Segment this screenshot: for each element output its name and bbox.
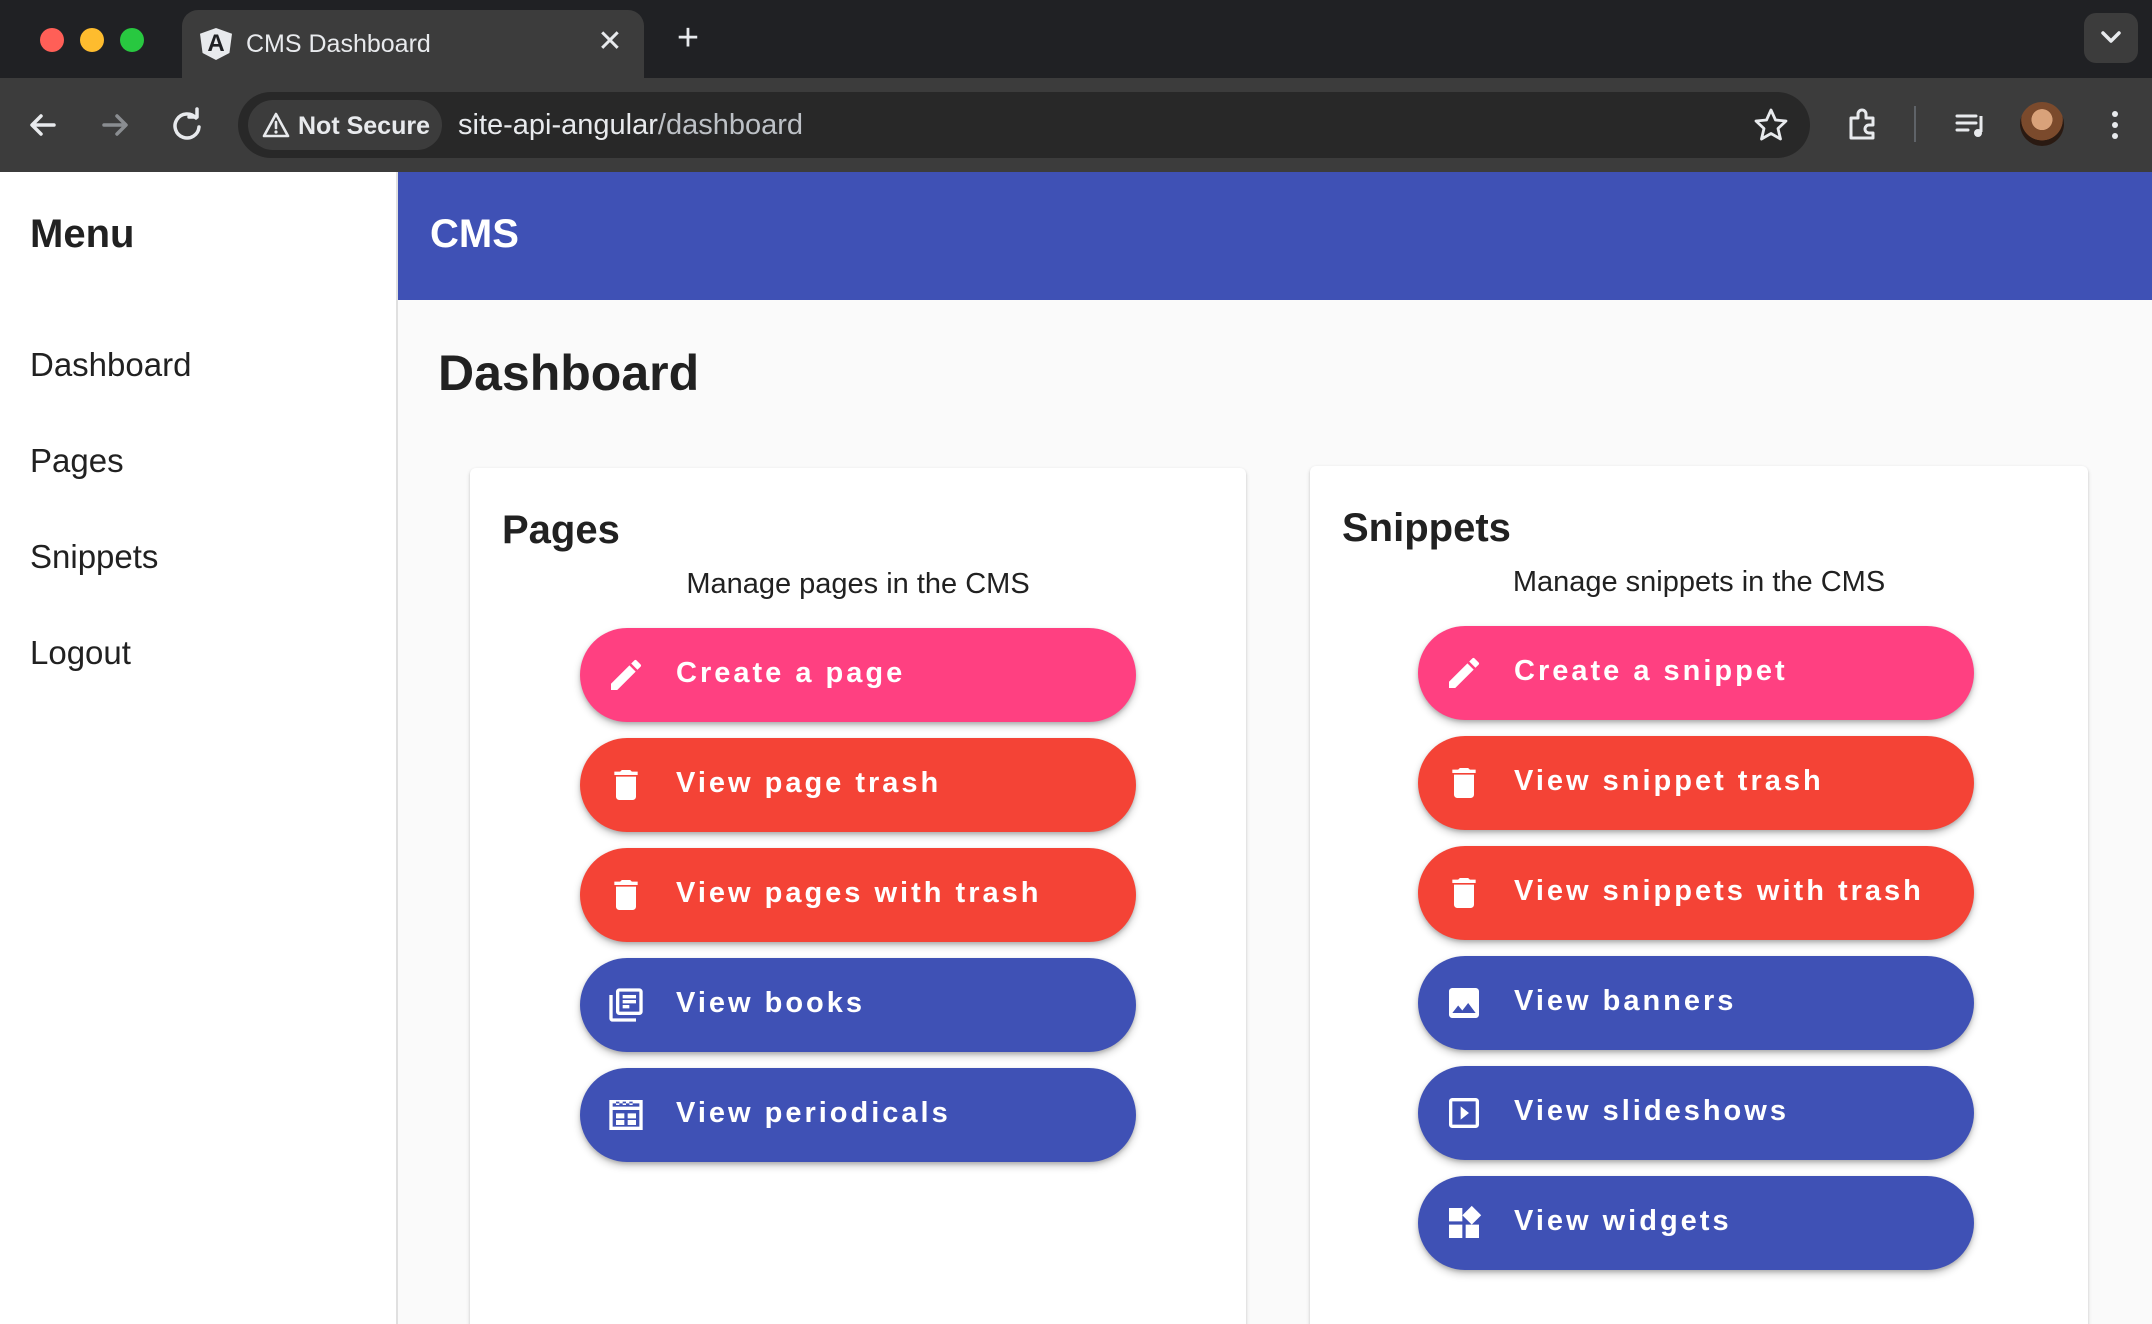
browser-tab[interactable]: CMS Dashboard ✕ <box>182 10 644 78</box>
pencil-icon <box>1449 657 1480 688</box>
angular-favicon-icon <box>200 28 232 60</box>
snippets-card-title: Snippets <box>1342 506 1511 550</box>
pencil-icon <box>611 659 642 690</box>
sidebar-item-logout[interactable]: Logout <box>30 634 131 672</box>
media-queue-icon[interactable] <box>1948 102 1994 148</box>
pages-card: Pages Manage pages in the CMS Create a p… <box>470 468 1246 1324</box>
view-slideshows-label: View slideshows <box>1514 1095 1789 1127</box>
view-periodicals-button[interactable]: View periodicals <box>580 1068 1136 1162</box>
trash-icon <box>614 880 638 910</box>
sidebar-item-dashboard[interactable]: Dashboard <box>30 346 191 384</box>
warning-icon <box>262 112 290 138</box>
sidebar: Menu Dashboard Pages Snippets Logout <box>0 172 398 1324</box>
view-banners-button[interactable]: View banners <box>1418 956 1974 1050</box>
snippets-card-subtitle: Manage snippets in the CMS <box>1512 566 1886 598</box>
library-books-icon <box>609 988 643 1022</box>
widgets-icon <box>1449 1205 1482 1238</box>
create-snippet-button[interactable]: Create a snippet <box>1418 626 1974 720</box>
bookmark-star-icon[interactable] <box>1752 106 1790 144</box>
reload-icon[interactable] <box>164 102 210 148</box>
tab-title: CMS Dashboard <box>246 30 431 58</box>
profile-avatar[interactable] <box>2020 102 2064 146</box>
app-viewport: Menu Dashboard Pages Snippets Logout CMS… <box>0 172 2152 1324</box>
browser-tab-bar: CMS Dashboard ✕ + <box>0 0 2152 78</box>
pages-card-title: Pages <box>502 508 620 552</box>
sidebar-title: Menu <box>30 212 135 256</box>
url-text[interactable]: site-api-angular/dashboard <box>458 109 803 142</box>
create-snippet-label: Create a snippet <box>1514 655 1788 687</box>
trash-icon <box>1452 878 1476 908</box>
view-slideshows-button[interactable]: View slideshows <box>1418 1066 1974 1160</box>
chevron-down-icon <box>2101 31 2121 43</box>
view-snippets-with-trash-label: View snippets with trash <box>1514 875 1924 907</box>
calendar-view-icon <box>609 1100 643 1130</box>
tab-search-button[interactable] <box>2084 13 2138 63</box>
minimize-window-button[interactable] <box>80 28 104 52</box>
close-tab-icon[interactable]: ✕ <box>592 24 628 60</box>
back-arrow-icon[interactable] <box>20 102 66 148</box>
toolbar-divider <box>1914 106 1916 142</box>
site-info-chip[interactable]: Not Secure <box>248 100 442 150</box>
view-pages-with-trash-button[interactable]: View pages with trash <box>580 848 1136 942</box>
view-books-label: View books <box>676 987 866 1019</box>
page-title: Dashboard <box>438 345 700 401</box>
forward-arrow-icon[interactable] <box>92 102 138 148</box>
more-options-icon[interactable] <box>2092 102 2138 148</box>
view-snippet-trash-label: View snippet trash <box>1514 765 1824 797</box>
sidebar-item-snippets[interactable]: Snippets <box>30 538 158 576</box>
close-window-button[interactable] <box>40 28 64 52</box>
snippets-card: Snippets Manage snippets in the CMS Crea… <box>1310 466 2088 1324</box>
view-books-button[interactable]: View books <box>580 958 1136 1052</box>
view-page-trash-label: View page trash <box>676 767 942 799</box>
create-page-button[interactable]: Create a page <box>580 628 1136 722</box>
view-widgets-label: View widgets <box>1514 1205 1732 1237</box>
url-path: /dashboard <box>657 109 804 141</box>
new-tab-icon[interactable]: + <box>668 18 708 58</box>
view-snippets-with-trash-button[interactable]: View snippets with trash <box>1418 846 1974 940</box>
view-periodicals-label: View periodicals <box>676 1097 951 1129</box>
view-pages-with-trash-label: View pages with trash <box>676 877 1042 909</box>
slideshow-icon <box>1449 1098 1479 1128</box>
browser-toolbar: Not Secure site-api-angular/dashboard <box>0 78 2152 172</box>
sidebar-item-pages[interactable]: Pages <box>30 442 124 480</box>
trash-icon <box>1452 768 1476 798</box>
view-snippet-trash-button[interactable]: View snippet trash <box>1418 736 1974 830</box>
address-bar[interactable]: Not Secure site-api-angular/dashboard <box>238 92 1810 158</box>
extensions-puzzle-icon[interactable] <box>1840 102 1886 148</box>
app-brand: CMS <box>430 212 519 256</box>
url-host: site-api-angular <box>458 109 658 141</box>
app-header: CMS <box>398 172 2152 300</box>
security-status-label: Not Secure <box>298 112 430 140</box>
maximize-window-button[interactable] <box>120 28 144 52</box>
view-page-trash-button[interactable]: View page trash <box>580 738 1136 832</box>
view-banners-label: View banners <box>1514 985 1737 1017</box>
image-icon <box>1449 988 1479 1018</box>
pages-card-subtitle: Manage pages in the CMS <box>686 568 1030 600</box>
view-widgets-button[interactable]: View widgets <box>1418 1176 1974 1270</box>
create-page-label: Create a page <box>676 657 906 689</box>
trash-icon <box>614 770 638 800</box>
